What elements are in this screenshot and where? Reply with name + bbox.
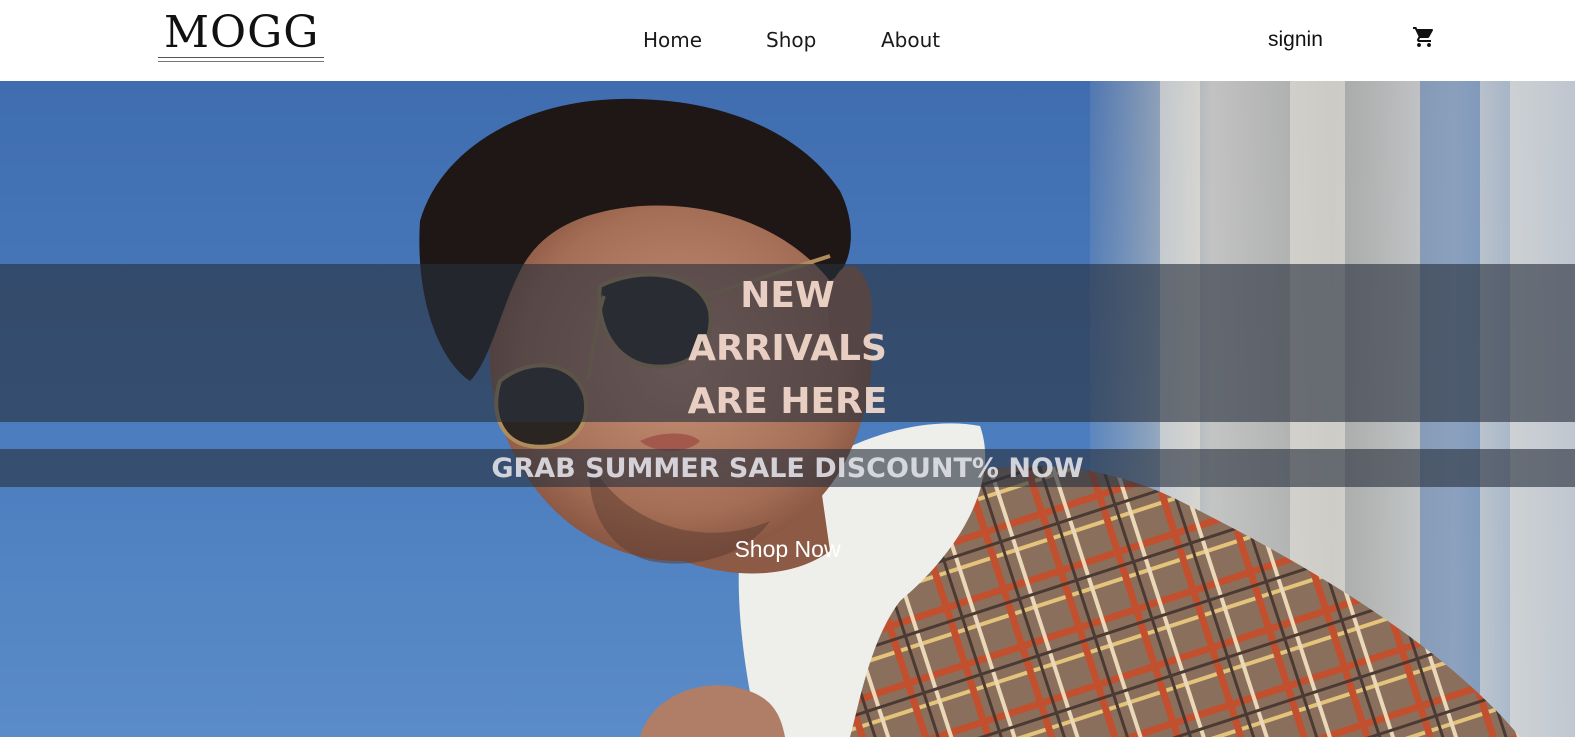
logo-text: MOGG [164, 7, 320, 58]
shop-now-button[interactable]: Shop Now [734, 536, 840, 562]
hero-headline: NEW ARRIVALS ARE HERE [0, 269, 1575, 428]
site-header: MOGG Home Shop About signin [0, 0, 1575, 81]
headline-line-2: ARRIVALS [688, 328, 887, 369]
logo-underline [158, 61, 324, 62]
signin-link[interactable]: signin [1268, 27, 1323, 53]
nav-about-link[interactable]: About [881, 27, 940, 53]
headline-line-1: NEW [740, 275, 835, 316]
hero-subline: GRAB SUMMER SALE DISCOUNT% NOW [491, 453, 1084, 484]
headline-line-3: ARE HERE [687, 381, 888, 422]
cart-icon[interactable] [1412, 25, 1436, 49]
nav-home-link[interactable]: Home [643, 27, 702, 53]
nav-shop-link[interactable]: Shop [766, 27, 816, 53]
shop-now-wrapper: Shop Now [0, 535, 1575, 563]
logo[interactable]: MOGG [158, 7, 324, 62]
hero-banner: NEW ARRIVALS ARE HERE GRAB SUMMER SALE D… [0, 81, 1575, 737]
